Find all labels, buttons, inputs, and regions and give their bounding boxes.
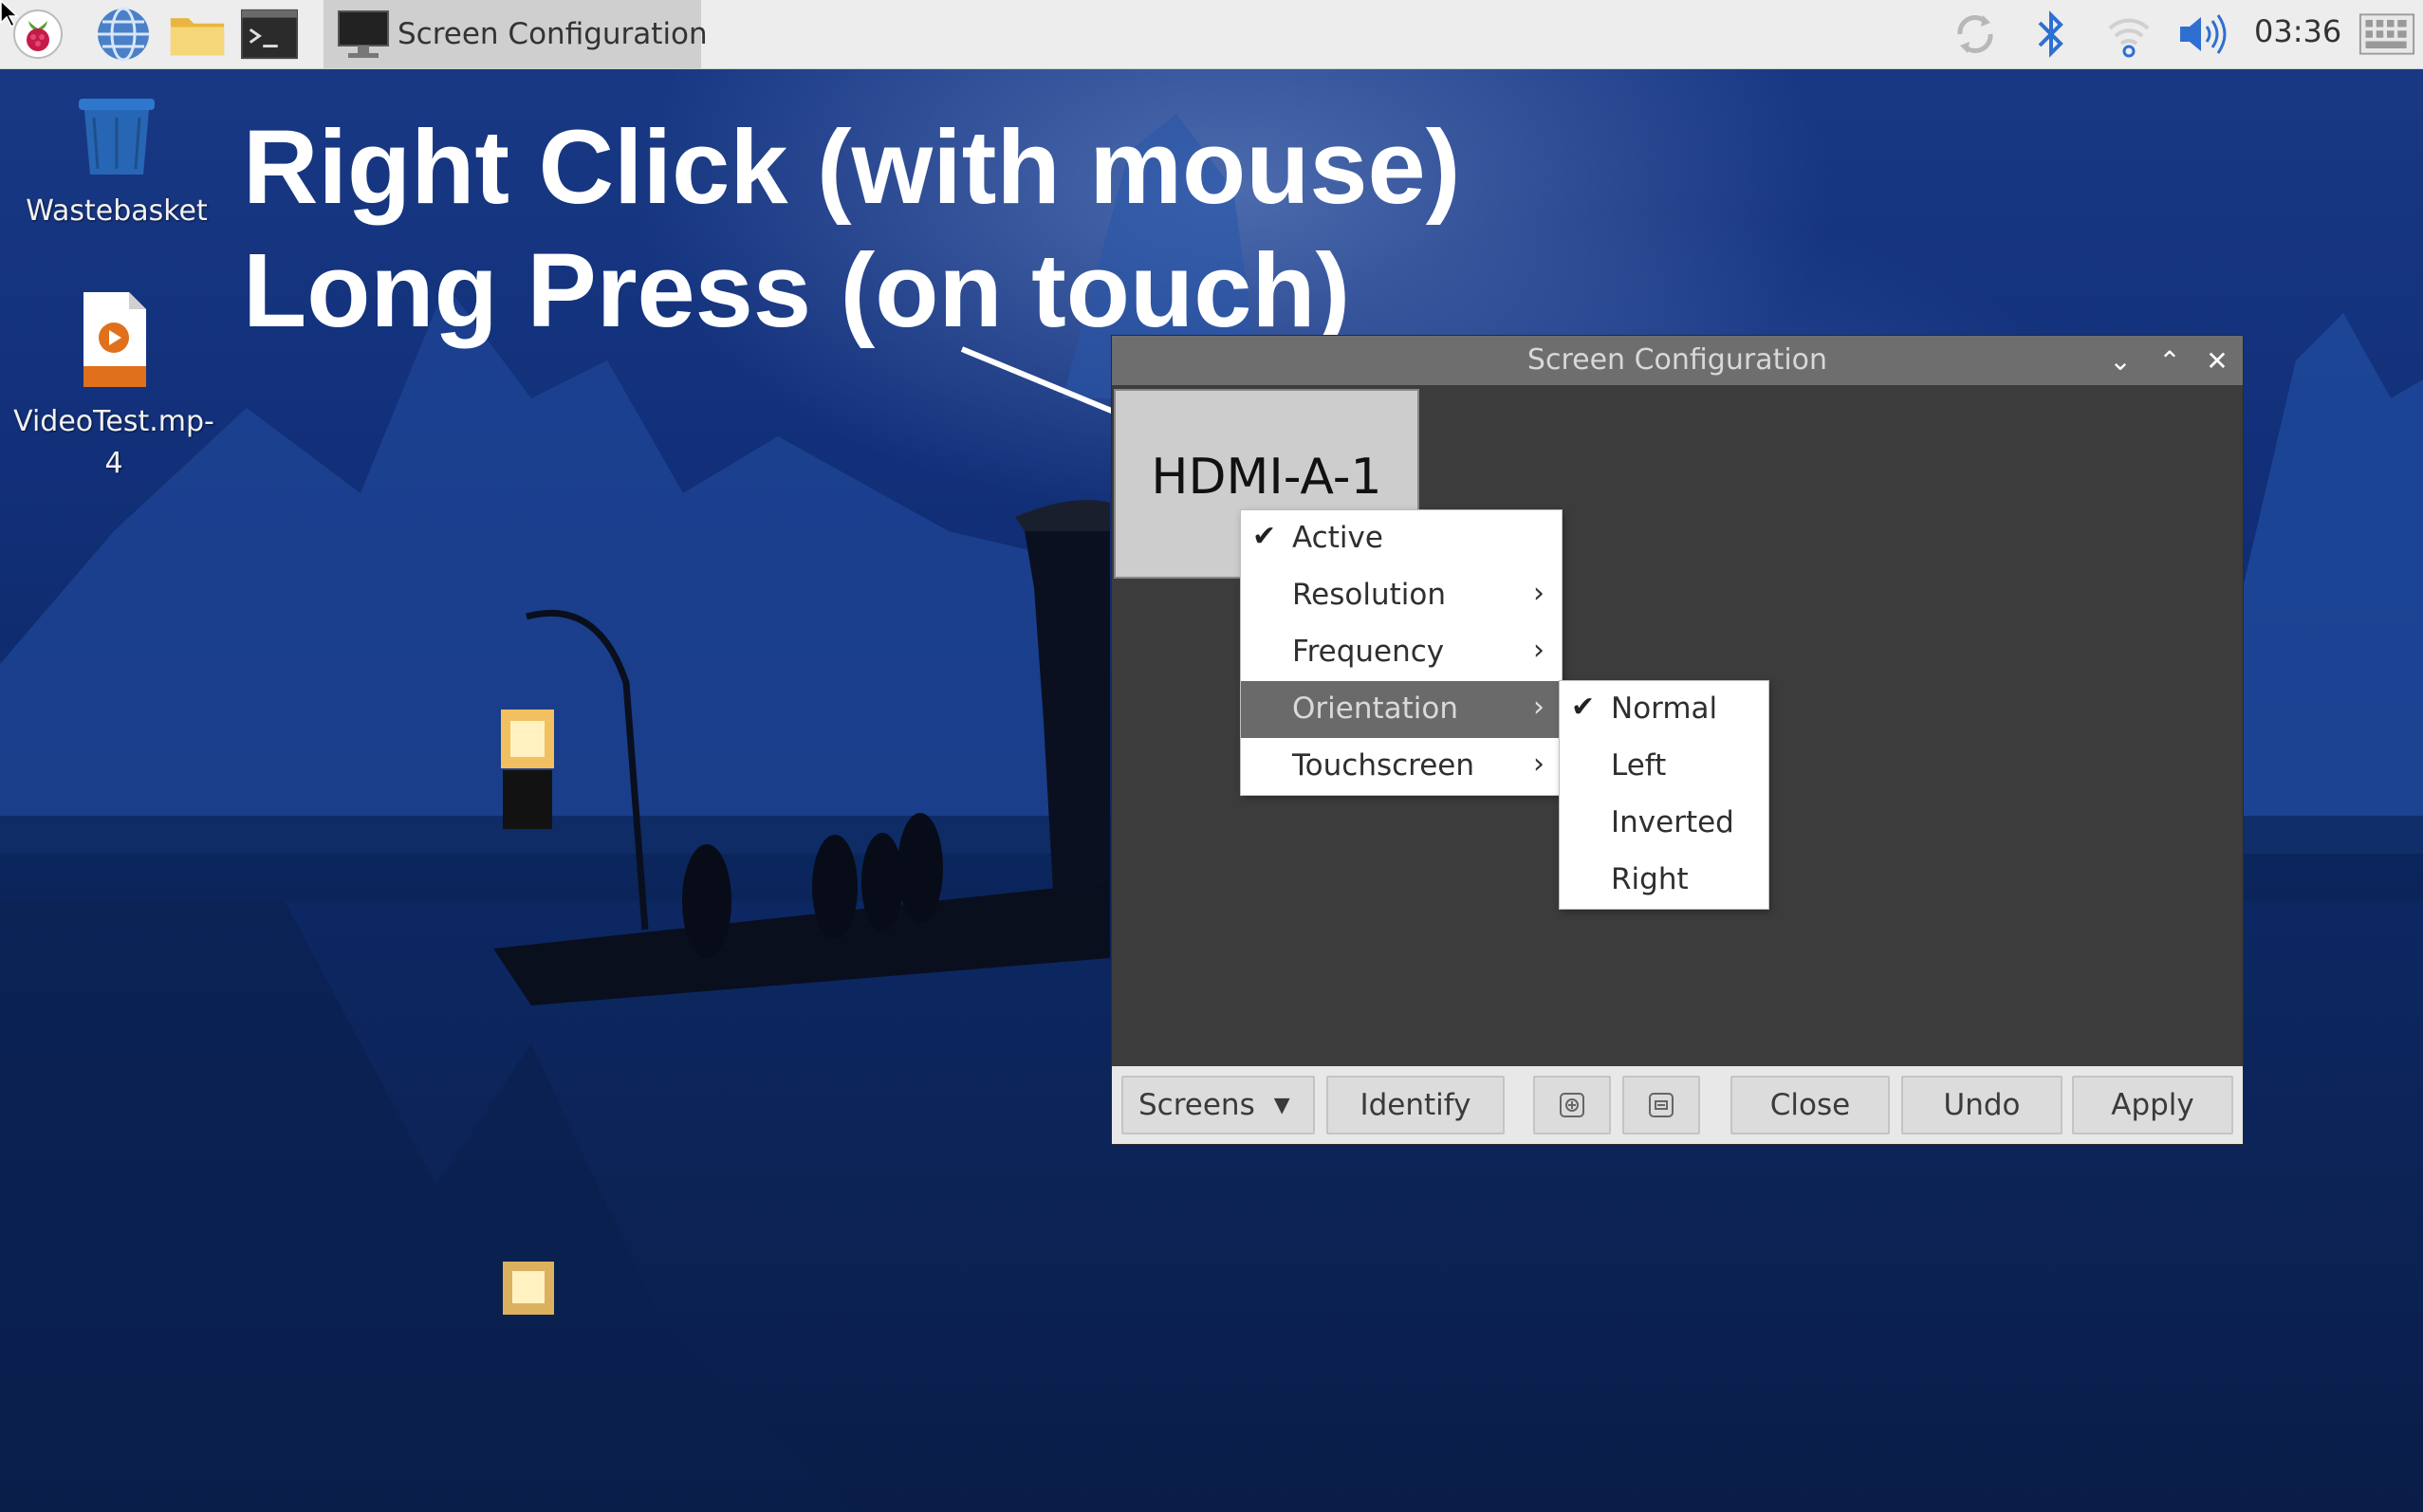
terminal-icon[interactable] <box>241 6 298 63</box>
undo-button[interactable]: Undo <box>1901 1076 2062 1134</box>
menu-item-label: Orientation <box>1292 691 1459 726</box>
close-icon: ✕ <box>2206 345 2229 377</box>
desktop-icon-wastebasket[interactable]: Wastebasket <box>17 93 216 232</box>
taskbar-task-label: Screen Configuration <box>398 17 708 51</box>
submenu-item-label: Inverted <box>1611 805 1734 839</box>
zoom-in-button[interactable] <box>1533 1076 1611 1134</box>
wifi-icon[interactable] <box>2100 6 2157 63</box>
mouse-pointer-icon <box>0 0 19 28</box>
zoom-in-icon <box>1560 1093 1584 1117</box>
window-titlebar[interactable]: Screen Configuration ⌄ ⌃ ✕ <box>1112 336 2243 385</box>
orientation-right[interactable]: Right <box>1560 852 1768 909</box>
window-title: Screen Configuration <box>1526 343 1828 377</box>
video-file-icon <box>11 290 216 401</box>
checkmark-icon: ✔ <box>1252 520 1277 553</box>
maximize-button[interactable]: ⌃ <box>2154 345 2186 378</box>
menu-item-label: Active <box>1292 521 1383 555</box>
zoom-out-icon <box>1649 1093 1674 1117</box>
orientation-inverted[interactable]: Inverted <box>1560 795 1768 852</box>
orientation-normal[interactable]: ✔ Normal <box>1560 681 1768 738</box>
window-button-bar: Screens ▼ Identify Close Undo Apply <box>1112 1066 2243 1144</box>
taskbar-task-screen-configuration[interactable]: Screen Configuration <box>324 0 708 68</box>
menu-item-frequency[interactable]: Frequency › <box>1241 624 1562 681</box>
close-window-button[interactable]: ✕ <box>2201 345 2233 378</box>
close-button[interactable]: Close <box>1730 1076 1890 1134</box>
undo-button-label: Undo <box>1943 1088 2021 1122</box>
orientation-submenu: ✔ Normal Left Inverted Right <box>1560 681 1768 909</box>
menu-item-touchscreen[interactable]: Touchscreen › <box>1241 738 1562 795</box>
chevron-down-icon: ⌄ <box>2109 345 2132 377</box>
identify-button[interactable]: Identify <box>1326 1076 1505 1134</box>
apply-button-label: Apply <box>2111 1088 2194 1122</box>
screens-button-label: Screens <box>1138 1088 1255 1122</box>
submenu-item-label: Normal <box>1611 691 1718 726</box>
bluetooth-icon[interactable] <box>2023 6 2080 63</box>
chevron-right-icon: › <box>1533 691 1544 724</box>
monitor-label: HDMI-A-1 <box>1151 449 1382 506</box>
desktop-icon-videotest[interactable]: VideoTest.mp-4 <box>11 290 216 485</box>
instruction-line-2: Long Press (on touch) <box>243 232 1351 349</box>
minimize-button[interactable]: ⌄ <box>2104 345 2136 378</box>
sync-icon[interactable] <box>1947 6 2004 63</box>
monitor-icon <box>335 6 392 66</box>
screens-menu-button[interactable]: Screens ▼ <box>1121 1076 1315 1134</box>
checkmark-icon: ✔ <box>1571 691 1596 724</box>
menu-item-orientation[interactable]: Orientation › <box>1241 681 1562 738</box>
identify-button-label: Identify <box>1359 1088 1471 1122</box>
chevron-right-icon: › <box>1533 634 1544 667</box>
desktop-icon-label: VideoTest.mp-4 <box>13 405 214 480</box>
menu-item-active[interactable]: ✔ Active <box>1241 510 1562 567</box>
web-browser-icon[interactable] <box>95 6 152 63</box>
desktop-icon-label: Wastebasket <box>26 194 208 228</box>
trash-icon <box>17 93 216 191</box>
menu-item-label: Frequency <box>1292 635 1445 669</box>
menu-item-label: Resolution <box>1292 578 1446 612</box>
taskbar: Screen Configuration 03:36 <box>0 0 2423 69</box>
zoom-out-button[interactable] <box>1622 1076 1700 1134</box>
chevron-right-icon: › <box>1533 577 1544 610</box>
submenu-item-label: Left <box>1611 748 1667 783</box>
menu-item-label: Touchscreen <box>1292 748 1475 783</box>
instruction-overlay: Right Click (with mouse) Long Press (on … <box>243 106 1460 353</box>
apply-button[interactable]: Apply <box>2072 1076 2233 1134</box>
keyboard-icon[interactable] <box>2358 6 2415 63</box>
submenu-item-label: Right <box>1611 862 1689 896</box>
clock[interactable]: 03:36 <box>2254 13 2341 49</box>
chevron-up-icon: ⌃ <box>2158 345 2181 377</box>
chevron-right-icon: › <box>1533 747 1544 781</box>
monitor-context-menu: ✔ Active Resolution › Frequency › Orient… <box>1241 510 1562 795</box>
menu-item-resolution[interactable]: Resolution › <box>1241 567 1562 624</box>
dropdown-arrow-icon: ▼ <box>1273 1093 1290 1117</box>
instruction-line-1: Right Click (with mouse) <box>243 109 1461 226</box>
close-button-label: Close <box>1769 1088 1851 1122</box>
volume-icon[interactable] <box>2174 6 2231 63</box>
file-manager-icon[interactable] <box>169 6 226 63</box>
orientation-left[interactable]: Left <box>1560 738 1768 795</box>
